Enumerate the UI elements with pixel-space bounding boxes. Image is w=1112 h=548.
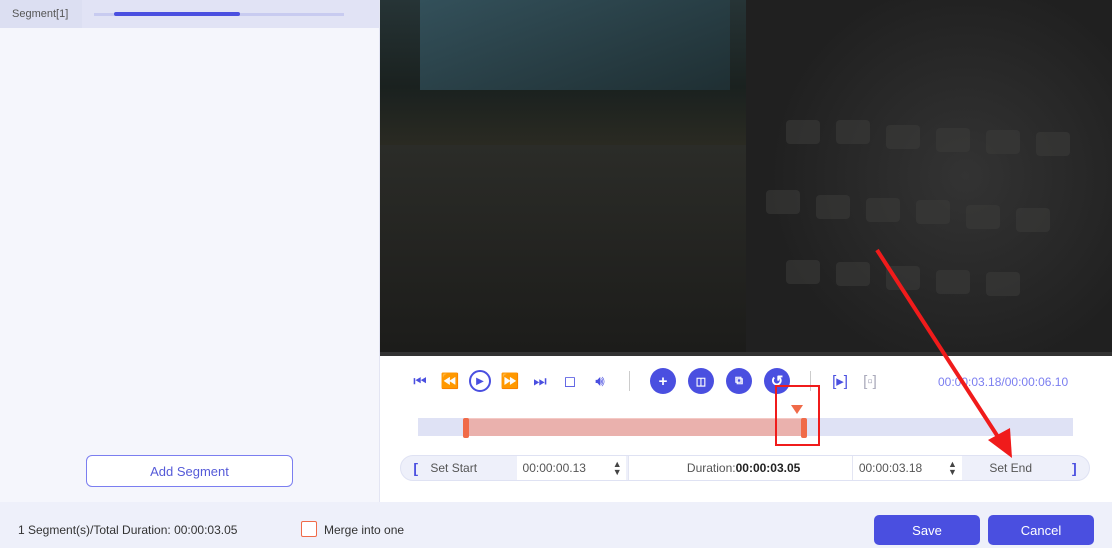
- annotation-arrow-icon: [875, 248, 1012, 458]
